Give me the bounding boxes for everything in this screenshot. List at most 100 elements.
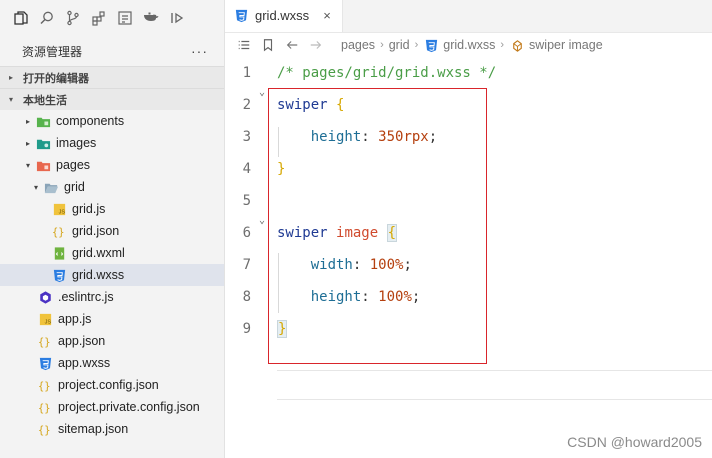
file-tree-label: grid.wxml <box>72 246 125 260</box>
code-token: /* pages/grid/grid.wxss */ <box>277 65 497 81</box>
list-icon[interactable] <box>233 35 255 55</box>
svg-text:{}: {} <box>38 380 50 392</box>
file-tree-label: pages <box>56 158 91 172</box>
section-label: 打开的编辑器 <box>23 72 89 85</box>
line-number: 4 <box>242 161 251 177</box>
back-arrow-icon[interactable] <box>281 35 303 55</box>
tab-grid-wxss[interactable]: grid.wxss × <box>225 0 343 32</box>
line-number: 8 <box>242 289 251 305</box>
folder-icon <box>35 157 51 173</box>
file-tree-item[interactable]: ▾ grid <box>0 176 224 198</box>
js-file-icon: JS <box>51 201 67 217</box>
code-line: 1 /* pages/grid/grid.wxss */ <box>225 57 712 89</box>
source-control-icon[interactable] <box>60 5 86 31</box>
close-icon[interactable]: × <box>323 8 331 23</box>
svg-text:JS: JS <box>58 209 65 215</box>
editor-area: grid.wxss × pages › grid › grid.wxss › s… <box>225 0 712 458</box>
files-icon[interactable] <box>8 5 34 31</box>
extensions-icon[interactable] <box>86 5 112 31</box>
chevron-right-icon: › <box>380 39 384 51</box>
tab-bar: grid.wxss × <box>225 0 712 33</box>
file-tree-label: project.private.config.json <box>58 400 200 414</box>
svg-text:{}: {} <box>38 336 50 348</box>
chevron-down-icon: ▾ <box>25 160 30 170</box>
file-tree-label: grid.json <box>72 224 120 238</box>
more-actions-icon[interactable]: ··· <box>191 43 208 59</box>
folder-open-icon <box>43 179 59 195</box>
file-tree-label: grid.wxss <box>72 268 125 282</box>
chevron-right-icon: ▸ <box>9 73 14 82</box>
file-tree-item[interactable]: {} app.json <box>0 330 224 352</box>
css-file-icon <box>51 267 67 283</box>
bookmark-icon[interactable] <box>257 35 279 55</box>
outline-icon[interactable] <box>112 5 138 31</box>
file-tree-item[interactable]: JS grid.js <box>0 198 224 220</box>
symbol-icon <box>509 37 525 53</box>
code-text: /* pages/grid/grid.wxss */ <box>277 65 496 81</box>
debug-icon[interactable] <box>164 5 190 31</box>
file-tree-item[interactable]: grid.wxss <box>0 264 224 286</box>
line-number: 9 <box>242 321 251 337</box>
file-tree-item[interactable]: {} project.private.config.json <box>0 396 224 418</box>
file-tree: ▸ components ▸ images ▾ pages ▾ grid JS grid.js {}… <box>0 110 224 440</box>
chevron-down-icon: ▾ <box>9 95 14 104</box>
file-tree-item[interactable]: .eslintrc.js <box>0 286 224 308</box>
css-file-icon <box>37 355 53 371</box>
file-tree-item[interactable]: {} grid.json <box>0 220 224 242</box>
chevron-right-icon: › <box>414 39 419 51</box>
line-number: 2 <box>242 97 251 113</box>
file-tree-label: app.json <box>58 334 106 348</box>
file-tree-label: project.config.json <box>58 378 159 392</box>
js-file-icon: JS <box>37 311 53 327</box>
file-tree-item[interactable]: grid.wxml <box>0 242 224 264</box>
file-tree-item[interactable]: ▾ pages <box>0 154 224 176</box>
file-tree-label: components <box>56 114 125 128</box>
wxml-file-icon <box>51 245 67 261</box>
annotation-box <box>268 88 487 364</box>
code-editor[interactable]: 1/* pages/grid/grid.wxss */2 ⌄ swiper {3 h… <box>225 57 712 458</box>
css-file-icon <box>233 8 249 24</box>
file-tree-item[interactable]: app.wxss <box>0 352 224 374</box>
chevron-right-icon: ▸ <box>25 116 30 126</box>
folder-icon <box>35 135 51 151</box>
svg-text:JS: JS <box>44 319 51 325</box>
json-file-icon: {} <box>37 377 53 393</box>
line-number: 1 <box>242 65 251 81</box>
line-number: 5 <box>242 193 251 209</box>
section-label: 本地生活 <box>23 94 67 107</box>
file-tree-label: app.js <box>58 312 92 326</box>
search-icon[interactable] <box>34 5 60 31</box>
json-file-icon: {} <box>37 333 53 349</box>
breadcrumb-item[interactable]: grid.wxss <box>443 38 495 52</box>
breadcrumb-item[interactable]: grid <box>389 38 410 52</box>
explorer-panel: 资源管理器 ··· ▸ 打开的编辑器 ▾ 本地生活 ▸ components ▸ im… <box>0 0 225 458</box>
line-number: 6 <box>242 225 251 241</box>
activity-bar <box>0 0 224 36</box>
docker-icon[interactable] <box>138 5 164 31</box>
folder-icon <box>35 113 51 129</box>
svg-text:{}: {} <box>38 402 50 414</box>
chevron-right-icon: ▸ <box>25 138 30 148</box>
open-editors-section[interactable]: ▸ 打开的编辑器 <box>0 66 224 88</box>
tab-label: grid.wxss <box>255 8 310 23</box>
file-tree-item[interactable]: {} sitemap.json <box>0 418 224 440</box>
breadcrumb-item[interactable]: pages <box>341 38 375 52</box>
breadcrumb: pages › grid › grid.wxss › swiper image <box>225 33 712 57</box>
file-tree-label: grid <box>64 180 85 194</box>
file-tree-label: sitemap.json <box>58 422 129 436</box>
file-tree-item[interactable]: {} project.config.json <box>0 374 224 396</box>
line-number: 7 <box>242 257 251 273</box>
file-tree-label: grid.js <box>72 202 106 216</box>
forward-arrow-icon[interactable] <box>305 35 327 55</box>
json-file-icon: {} <box>37 421 53 437</box>
breadcrumb-item[interactable]: swiper image <box>529 38 603 52</box>
file-tree-label: .eslintrc.js <box>58 290 114 304</box>
file-tree-label: images <box>56 136 97 150</box>
css-file-icon <box>423 37 439 53</box>
file-tree-item[interactable]: ▸ components <box>0 110 224 132</box>
file-tree-item[interactable]: ▸ images <box>0 132 224 154</box>
chevron-down-icon: ▾ <box>33 182 38 192</box>
chevron-right-icon: › <box>500 39 505 51</box>
file-tree-item[interactable]: JS app.js <box>0 308 224 330</box>
workspace-section[interactable]: ▾ 本地生活 <box>0 88 224 110</box>
